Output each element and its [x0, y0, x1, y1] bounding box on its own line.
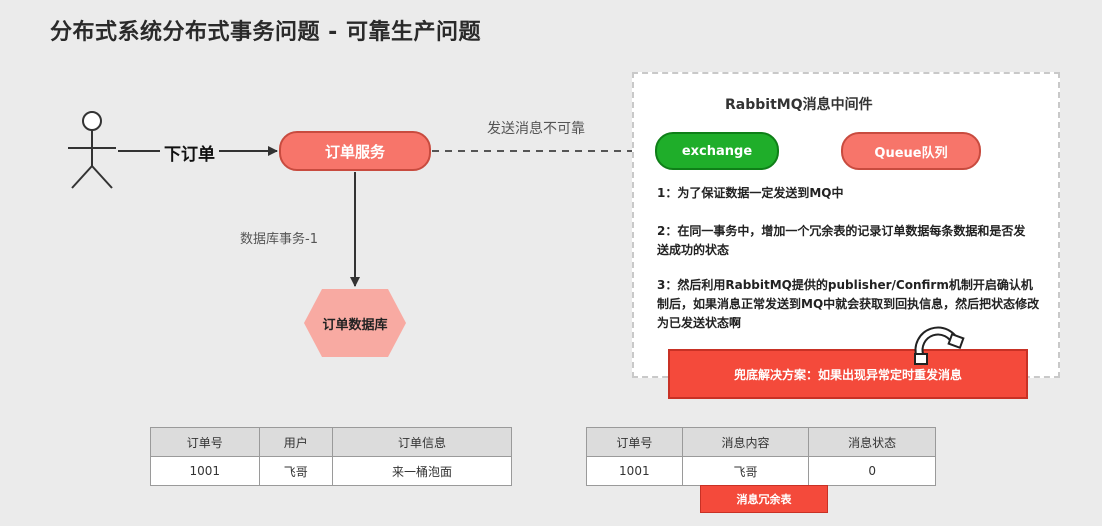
db-transaction-label: 数据库事务-1 — [240, 232, 318, 247]
table-row: 1001 飞哥 来一桶泡面 — [150, 456, 513, 486]
order-db-label: 订单数据库 — [322, 317, 388, 333]
rabbitmq-panel-title: RabbitMQ消息中间件 — [725, 97, 873, 113]
table-cell: 飞哥 — [258, 456, 333, 486]
queue-node: Queue队列 — [841, 132, 981, 170]
message-table-header: 消息内容 — [681, 427, 810, 457]
exchange-node: exchange — [655, 132, 779, 170]
table-row: 1001 飞哥 0 — [586, 456, 936, 486]
place-order-label: 下订单 — [160, 140, 219, 165]
magnet-icon — [914, 326, 965, 365]
table-cell: 1001 — [150, 456, 260, 486]
order-table-header: 用户 — [258, 427, 333, 457]
note-1: 1：为了保证数据一定发送到MQ中 — [657, 186, 844, 200]
order-table-header: 订单信息 — [331, 427, 513, 457]
message-table-header: 订单号 — [586, 427, 683, 457]
table-cell: 1001 — [586, 456, 683, 486]
order-table: 订单号 用户 订单信息 1001 飞哥 来一桶泡面 — [150, 427, 513, 486]
order-table-header: 订单号 — [150, 427, 260, 457]
message-redundancy-table: 订单号 消息内容 消息状态 1001 飞哥 0 — [586, 427, 936, 486]
user-actor-icon — [68, 111, 116, 189]
message-table-caption: 消息冗余表 — [700, 485, 828, 513]
fallback-solution-banner: 兜底解决方案：如果出现异常定时重发消息 — [668, 349, 1028, 399]
note-2: 2：在同一事务中，增加一个冗余表的记录订单数据每条数据和是否发送成功的状态 — [657, 224, 1026, 257]
note-3: 3：然后利用RabbitMQ提供的publisher/Confirm机制开启确认… — [657, 278, 1040, 330]
table-cell: 0 — [808, 456, 936, 486]
order-service-node: 订单服务 — [279, 131, 431, 171]
unreliable-send-label: 发送消息不可靠 — [487, 121, 585, 137]
table-cell: 飞哥 — [681, 456, 810, 486]
message-table-header: 消息状态 — [808, 427, 936, 457]
table-cell: 来一桶泡面 — [331, 456, 513, 486]
